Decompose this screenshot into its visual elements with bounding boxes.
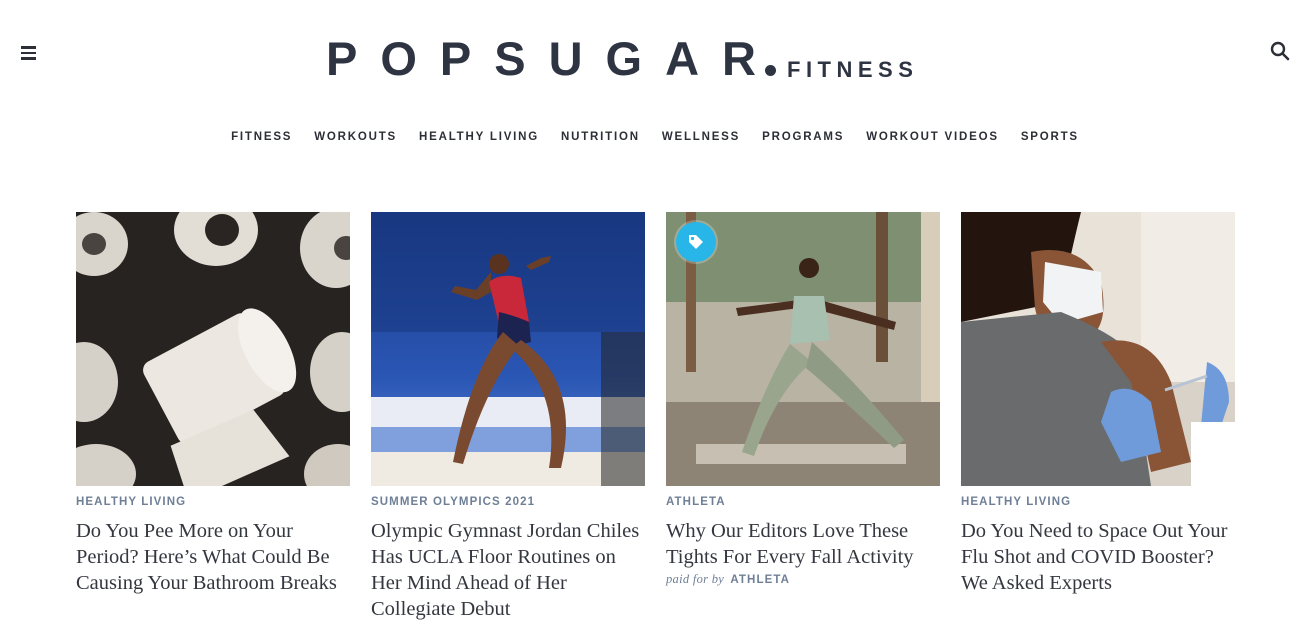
logo-dot xyxy=(765,65,776,76)
article-category[interactable]: HEALTHY LIVING xyxy=(76,496,350,508)
nav-item-programs[interactable]: PROGRAMS xyxy=(751,131,855,143)
article-category[interactable]: HEALTHY LIVING xyxy=(961,496,1235,508)
nav-item-workout-videos[interactable]: WORKOUT VIDEOS xyxy=(855,131,1010,143)
search-icon[interactable] xyxy=(1270,41,1292,63)
article-image-gymnast[interactable] xyxy=(371,212,645,486)
article-image-vaccine[interactable] xyxy=(961,212,1235,486)
sponsor-brand[interactable]: ATHLETA xyxy=(730,574,790,586)
site-logo[interactable]: POPSUGAR FITNESS xyxy=(326,28,918,82)
main-nav: FITNESS WORKOUTS HEALTHY LIVING NUTRITIO… xyxy=(0,131,1310,143)
article-card: HEALTHY LIVING Do You Need to Space Out … xyxy=(961,212,1235,622)
article-image-yoga[interactable] xyxy=(666,212,940,486)
article-card: HEALTHY LIVING Do You Pee More on Your P… xyxy=(76,212,350,622)
article-headline[interactable]: Do You Pee More on Your Period? Here’s W… xyxy=(76,518,350,596)
nav-item-workouts[interactable]: WORKOUTS xyxy=(303,131,408,143)
article-headline[interactable]: Do You Need to Space Out Your Flu Shot a… xyxy=(961,518,1235,596)
nav-item-nutrition[interactable]: NUTRITION xyxy=(550,131,651,143)
article-headline[interactable]: Why Our Editors Love These Tights For Ev… xyxy=(666,518,940,570)
tag-icon xyxy=(676,222,716,262)
article-card: ATHLETA Why Our Editors Love These Tight… xyxy=(666,212,940,622)
article-category[interactable]: ATHLETA xyxy=(666,496,940,508)
logo-sub-text: FITNESS xyxy=(787,57,919,82)
page: POPSUGAR FITNESS FITNESS WORKOUTS HEALTH… xyxy=(0,0,1310,635)
nav-item-wellness[interactable]: WELLNESS xyxy=(651,131,751,143)
nav-item-healthy-living[interactable]: HEALTHY LIVING xyxy=(408,131,550,143)
article-headline[interactable]: Olympic Gymnast Jordan Chiles Has UCLA F… xyxy=(371,518,645,622)
nav-item-sports[interactable]: SPORTS xyxy=(1010,131,1090,143)
hamburger-menu-icon[interactable] xyxy=(18,42,40,64)
sponsor-prefix: paid for by xyxy=(666,572,725,586)
article-image-toilet-paper[interactable] xyxy=(76,212,350,486)
logo-main-text: POPSUGAR xyxy=(326,32,779,85)
sponsor-line: paid for by ATHLETA xyxy=(666,572,940,587)
article-category[interactable]: SUMMER OLYMPICS 2021 xyxy=(371,496,645,508)
nav-item-fitness[interactable]: FITNESS xyxy=(220,131,303,143)
article-grid: HEALTHY LIVING Do You Pee More on Your P… xyxy=(76,212,1235,622)
article-card: SUMMER OLYMPICS 2021 Olympic Gymnast Jor… xyxy=(371,212,645,622)
